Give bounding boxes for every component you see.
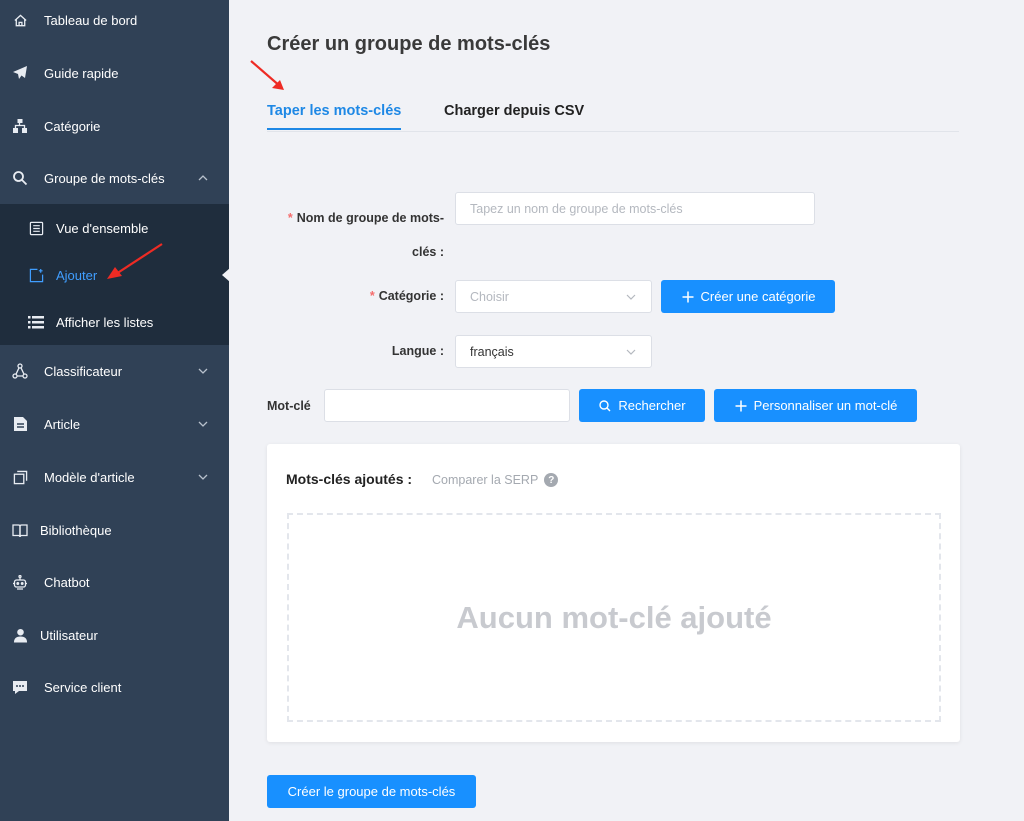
tab-type-keywords[interactable]: Taper les mots-clés: [267, 103, 402, 130]
sidebar-item-label: Article: [44, 416, 81, 432]
added-keywords-card: Mots-clés ajoutés : Comparer la SERP ? A…: [267, 444, 960, 742]
sidebar-item-library[interactable]: Bibliothèque: [0, 504, 229, 556]
customize-keyword-button[interactable]: Personnaliser un mot-clé: [714, 389, 917, 422]
submenu-item-overview[interactable]: Vue d'ensemble: [0, 205, 229, 251]
chevron-up-icon: [197, 172, 209, 184]
paper-plane-icon: [10, 63, 30, 83]
category-label: * Catégorie :: [329, 289, 444, 303]
sidebar-item-quick-guide[interactable]: Guide rapide: [0, 47, 229, 99]
plus-icon: [734, 399, 748, 413]
sidebar-item-label: Guide rapide: [44, 65, 119, 81]
create-keyword-group-button[interactable]: Créer le groupe de mots-clés: [267, 775, 476, 808]
chevron-down-icon: [625, 346, 637, 358]
compare-serp-link[interactable]: Comparer la SERP ?: [432, 473, 559, 487]
sidebar-item-keyword-group[interactable]: Groupe de mots-clés: [0, 152, 229, 204]
language-label: Langue :: [391, 344, 444, 358]
submenu-item-show-lists[interactable]: Afficher les listes: [0, 299, 229, 345]
plus-icon: [681, 290, 695, 304]
submenu-item-label: Vue d'ensemble: [56, 220, 149, 236]
search-key-icon: [10, 168, 30, 188]
list-box-icon: [26, 218, 46, 238]
language-select-value: français: [470, 344, 514, 359]
customize-keyword-label: Personnaliser un mot-clé: [753, 398, 898, 413]
sidebar-item-label: Tableau de bord: [44, 12, 138, 28]
sidebar-item-classifier[interactable]: Classificateur: [0, 345, 229, 397]
category-label-text: Catégorie :: [378, 289, 444, 303]
copy-icon: [10, 467, 30, 487]
chevron-down-icon: [197, 418, 209, 430]
language-select[interactable]: français: [455, 335, 652, 368]
tab-upload-csv[interactable]: Charger depuis CSV: [444, 103, 584, 128]
sitemap-icon: [10, 116, 30, 136]
group-name-label: * Nom de groupe de mots- clés :: [277, 201, 444, 269]
sidebar-item-customer-service[interactable]: Service client: [0, 661, 229, 713]
user-icon: [10, 625, 30, 645]
sidebar-item-label: Bibliothèque: [40, 522, 112, 538]
keyword-input[interactable]: [324, 389, 570, 422]
chevron-down-icon: [197, 471, 209, 483]
sidebar-item-label: Catégorie: [44, 118, 101, 134]
help-icon[interactable]: ?: [544, 473, 559, 487]
book-icon: [10, 520, 30, 540]
chevron-down-icon: [625, 291, 637, 303]
robot-icon: [10, 572, 30, 592]
sidebar-item-label: Classificateur: [44, 363, 123, 379]
tab-bar: Taper les mots-clés Charger depuis CSV: [267, 96, 959, 132]
category-select[interactable]: Choisir: [455, 280, 652, 313]
group-name-label-line1: Nom de groupe de mots-: [296, 211, 444, 225]
main-content: Créer un groupe de mots-clés Taper les m…: [229, 0, 1024, 821]
sidebar-item-label: Groupe de mots-clés: [44, 170, 165, 186]
sidebar-item-label: Service client: [44, 679, 122, 695]
page-title: Créer un groupe de mots-clés: [267, 33, 551, 55]
create-category-label: Créer une catégorie: [700, 289, 816, 304]
group-name-input[interactable]: [455, 192, 815, 225]
empty-state-text: Aucun mot-clé ajouté: [456, 599, 772, 635]
sidebar-item-article[interactable]: Article: [0, 398, 229, 450]
list-icon: [26, 312, 46, 332]
sidebar-item-article-template[interactable]: Modèle d'article: [0, 451, 229, 503]
keyword-group-submenu: Vue d'ensemble Ajouter Afficher les list…: [0, 204, 229, 345]
category-select-value: Choisir: [470, 289, 509, 304]
submenu-item-label: Ajouter: [56, 267, 98, 283]
group-name-label-line2: clés :: [412, 245, 444, 259]
required-mark: *: [369, 289, 375, 303]
create-category-button[interactable]: Créer une catégorie: [661, 280, 835, 313]
sidebar-item-label: Utilisateur: [40, 627, 98, 643]
sidebar-item-user[interactable]: Utilisateur: [0, 609, 229, 661]
compare-serp-label: Comparer la SERP: [432, 473, 539, 487]
sidebar-item-dashboard[interactable]: Tableau de bord: [0, 0, 229, 46]
chevron-down-icon: [197, 365, 209, 377]
search-button-label: Rechercher: [618, 398, 686, 413]
submenu-item-label: Afficher les listes: [56, 314, 154, 330]
search-button[interactable]: Rechercher: [579, 389, 705, 422]
home-icon: [10, 10, 30, 30]
sidebar-item-category[interactable]: Catégorie: [0, 100, 229, 152]
keywords-dropzone: Aucun mot-clé ajouté: [287, 513, 941, 722]
sidebar-item-chatbot[interactable]: Chatbot: [0, 556, 229, 608]
sidebar-item-label: Modèle d'article: [44, 469, 135, 485]
search-icon: [598, 399, 612, 413]
added-keywords-title: Mots-clés ajoutés :: [286, 471, 413, 487]
add-file-icon: [26, 265, 46, 285]
required-mark: *: [287, 211, 293, 225]
keyword-label: Mot-clé: [267, 399, 311, 413]
sidebar: Tableau de bord Guide rapide Catégorie G…: [0, 0, 230, 821]
file-text-icon: [10, 414, 30, 434]
submenu-item-add[interactable]: Ajouter: [0, 252, 229, 298]
sidebar-item-label: Chatbot: [44, 574, 90, 590]
network-icon: [10, 361, 30, 381]
chat-icon: [10, 677, 30, 697]
